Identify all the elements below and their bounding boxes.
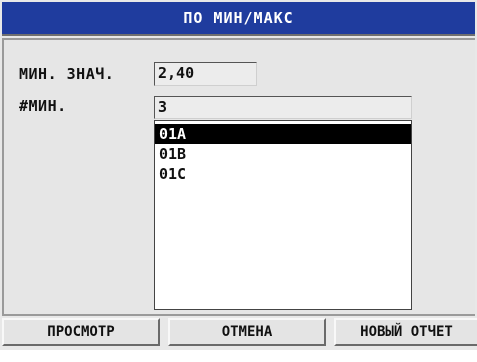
min-value-field[interactable]: 2,40 [154, 62, 257, 86]
min-count-field[interactable]: 3 [154, 96, 412, 119]
list-item[interactable]: 01C [155, 164, 411, 184]
min-value-label: МИН. ЗНАЧ. [19, 65, 115, 83]
list-item[interactable]: 01A [155, 124, 411, 144]
list-item[interactable]: 01B [155, 144, 411, 164]
cancel-button[interactable]: ОТМЕНА [168, 318, 326, 346]
screen-title: ПО МИН/МАКС [183, 9, 294, 27]
view-button[interactable]: ПРОСМОТР [2, 318, 160, 346]
bottom-strip [0, 350, 477, 362]
new-report-button[interactable]: НОВЫЙ ОТЧЕТ [334, 318, 477, 346]
min-max-screen: ПО МИН/МАКС МИН. ЗНАЧ. 2,40 #МИН. 3 01A … [0, 0, 477, 362]
min-count-label: #МИН. [19, 97, 67, 115]
location-list[interactable]: 01A 01B 01C [154, 120, 412, 310]
softkey-bar: ПРОСМОТР ОТМЕНА НОВЫЙ ОТЧЕТ [0, 318, 477, 348]
title-bar: ПО МИН/МАКС [2, 2, 475, 36]
